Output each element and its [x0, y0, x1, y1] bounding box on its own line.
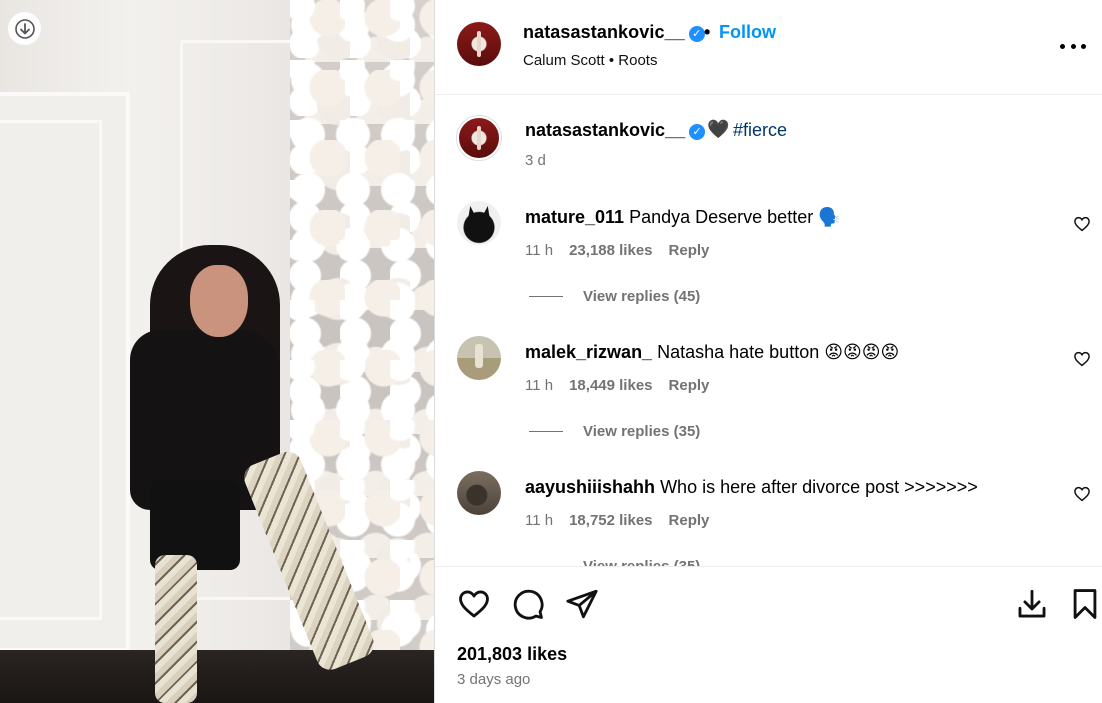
comment-meta: 11 h 18,449 likes Reply	[525, 377, 709, 394]
replies-dash	[529, 296, 563, 297]
post-side-panel: natasastankovic__ ✓ • Follow Calum Scott …	[434, 0, 1102, 703]
header-separator: •	[704, 22, 711, 42]
caption-username[interactable]: natasastankovic__ ✓	[525, 120, 706, 141]
comment-item: mature_011 Pandya Deserve better 🗣️ 11 h…	[435, 201, 1102, 336]
caption-emoji: 🖤	[707, 119, 730, 139]
send-icon[interactable]	[565, 587, 599, 621]
comment-username[interactable]: mature_011	[525, 207, 624, 227]
heart-icon[interactable]	[457, 587, 491, 621]
caption-hashtag[interactable]: #fierce	[733, 120, 787, 141]
more-dot	[1060, 43, 1065, 49]
comment-time[interactable]: 11 h	[525, 377, 553, 394]
media-floor	[0, 650, 434, 703]
download-icon[interactable]	[1015, 587, 1049, 621]
author-username-text[interactable]: natasastankovic__	[523, 22, 685, 42]
author-avatar[interactable]	[457, 22, 501, 66]
post-header: natasastankovic__ ✓ • Follow Calum Scott …	[435, 0, 1102, 95]
comment-text: Who is here after divorce post >>>>>>>	[660, 477, 978, 497]
post-date[interactable]: 3 days ago	[457, 671, 530, 688]
view-replies-button[interactable]: View replies (45)	[529, 288, 700, 305]
comment-likes[interactable]: 18,449 likes	[569, 377, 652, 394]
follow-button[interactable]: Follow	[719, 22, 776, 43]
comment-reply-button[interactable]: Reply	[669, 377, 710, 394]
comment-line: malek_rizwan_ Natasha hate button 😡😡😡😡	[525, 342, 899, 363]
comment-line: mature_011 Pandya Deserve better 🗣️	[525, 207, 841, 228]
media-door-panel	[0, 120, 102, 620]
comment-likes[interactable]: 18,752 likes	[569, 512, 652, 529]
view-replies-label[interactable]: View replies (35)	[583, 423, 700, 440]
comment-time[interactable]: 11 h	[525, 242, 553, 259]
post-likes-count[interactable]: 201,803 likes	[457, 644, 567, 665]
replies-dash	[529, 431, 563, 432]
media-person-face	[190, 265, 248, 337]
post-media[interactable]	[0, 0, 434, 703]
author-username[interactable]: natasastankovic__ ✓	[523, 22, 705, 43]
more-dot	[1070, 43, 1076, 49]
caption-timestamp[interactable]: 3 d	[525, 152, 546, 169]
media-boot-left	[155, 555, 197, 703]
media-download-button[interactable]	[8, 12, 41, 45]
comment-time[interactable]: 11 h	[525, 512, 553, 529]
comment-item: malek_rizwan_ Natasha hate button 😡😡😡😡 1…	[435, 336, 1102, 471]
comment-heart-icon[interactable]	[1073, 350, 1091, 368]
comment-heart-icon[interactable]	[1073, 485, 1091, 503]
audio-link[interactable]: Calum Scott • Roots	[523, 52, 657, 69]
comment-username[interactable]: aayushiiishahh	[525, 477, 655, 497]
caption-username-text[interactable]: natasastankovic__	[525, 120, 685, 140]
commenter-avatar[interactable]	[457, 201, 501, 245]
comment-username[interactable]: malek_rizwan_	[525, 342, 652, 362]
comment-line: aayushiiishahh Who is here after divorce…	[525, 477, 978, 498]
comment-meta: 11 h 23,188 likes Reply	[525, 242, 709, 259]
more-dot	[1081, 43, 1086, 49]
comment-reply-button[interactable]: Reply	[669, 512, 710, 529]
commenter-avatar[interactable]	[457, 336, 501, 380]
bookmark-icon[interactable]	[1068, 587, 1102, 621]
caption-avatar[interactable]	[457, 116, 501, 160]
comment-likes[interactable]: 23,188 likes	[569, 242, 652, 259]
download-icon	[14, 18, 35, 39]
comment-reply-button[interactable]: Reply	[669, 242, 710, 259]
comment-text: Natasha hate button 😡😡😡😡	[657, 342, 900, 362]
comment-heart-icon[interactable]	[1073, 215, 1091, 233]
action-bar: 201,803 likes 3 days ago	[435, 566, 1102, 703]
comment-text: Pandya Deserve better 🗣️	[629, 207, 841, 227]
view-replies-button[interactable]: View replies (35)	[529, 423, 700, 440]
verified-badge-icon: ✓	[689, 124, 706, 140]
commenter-avatar[interactable]	[457, 471, 501, 515]
verified-badge-icon: ✓	[688, 26, 705, 42]
more-options-icon[interactable]	[1060, 36, 1086, 56]
view-replies-label[interactable]: View replies (45)	[583, 288, 700, 305]
comment-icon[interactable]	[511, 587, 545, 621]
comment-meta: 11 h 18,752 likes Reply	[525, 512, 709, 529]
